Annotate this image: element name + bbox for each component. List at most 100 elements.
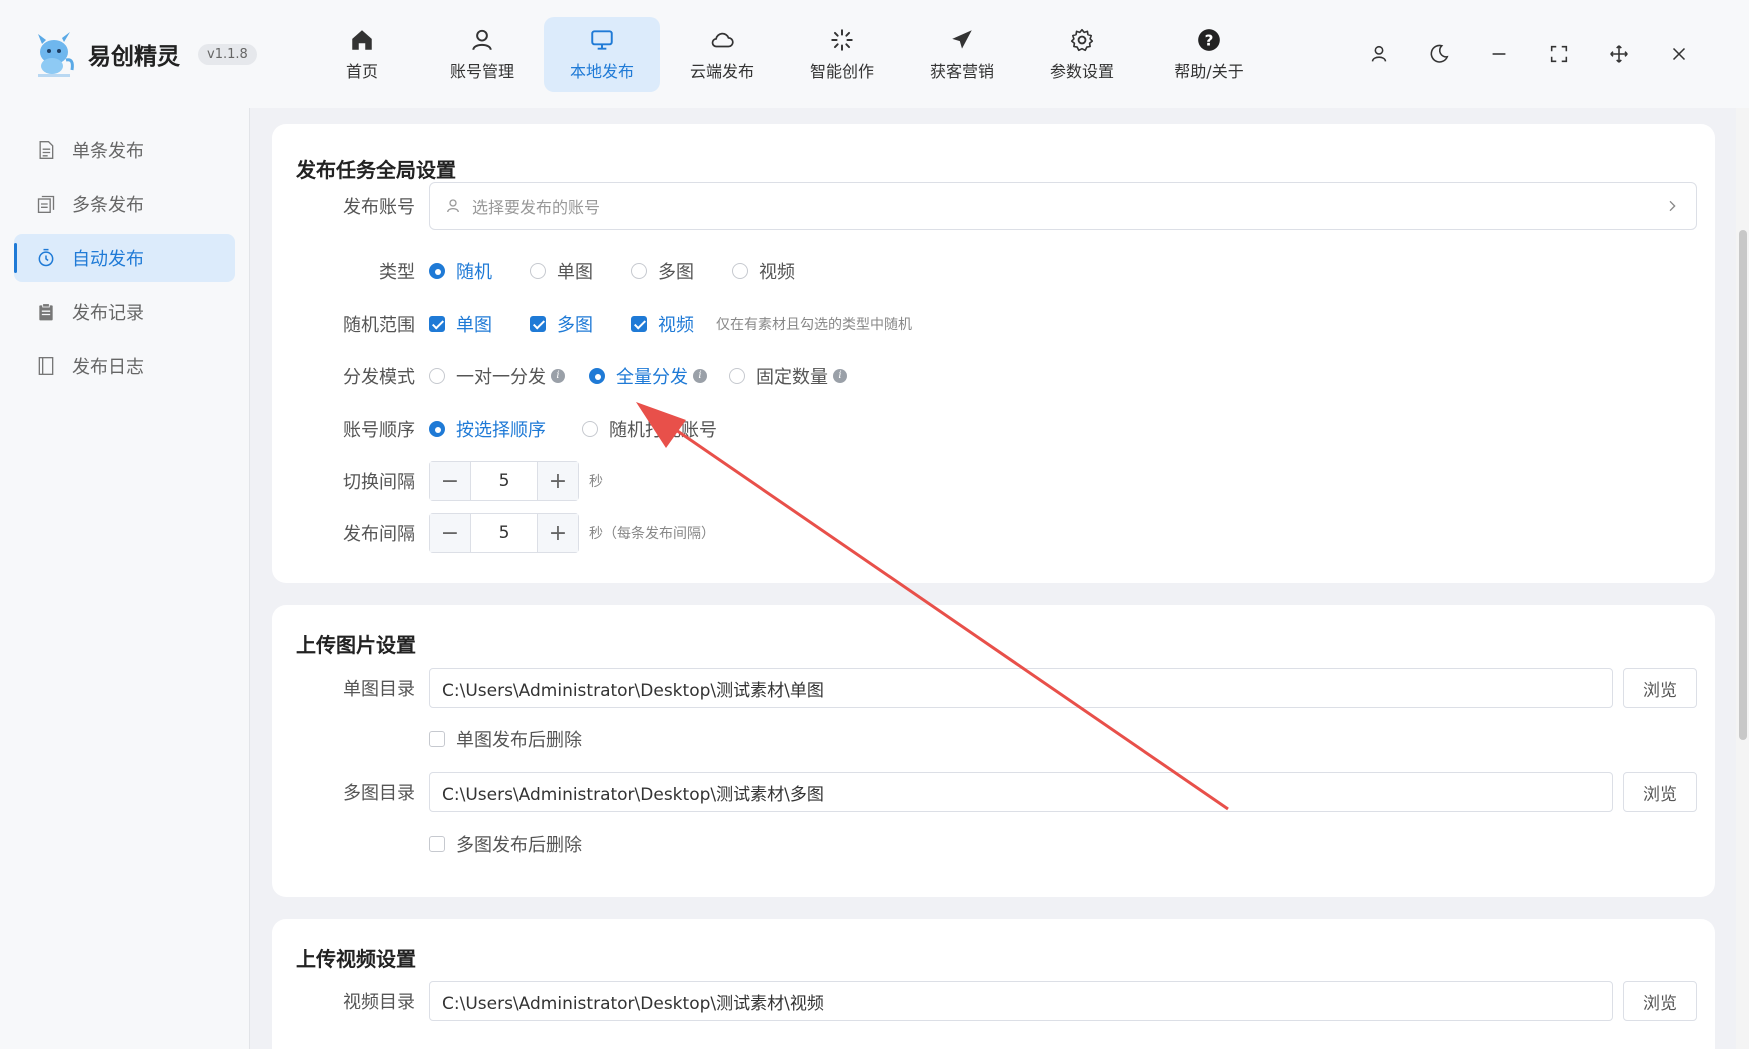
single-image-delete-checkbox[interactable]: 单图发布后删除 — [429, 726, 582, 752]
sidebar-item-label: 发布日志 — [72, 357, 144, 378]
video-dir-input[interactable]: C:\Users\Administrator\Desktop\测试素材\视频 — [429, 981, 1613, 1021]
radio-icon — [582, 421, 598, 437]
distribution-mode-row: 分发模式 一对一分发 i 全量分发 i 固定数量 i — [272, 356, 1715, 396]
nav-marketing[interactable]: 获客营销 — [904, 17, 1020, 92]
account-order-row: 账号顺序 按选择顺序 随机打乱账号 — [272, 409, 1715, 449]
order-option-shuffle[interactable]: 随机打乱账号 — [582, 416, 717, 442]
svg-text:?: ? — [1205, 31, 1214, 49]
range-option-single-image[interactable]: 单图 — [429, 311, 492, 337]
nav-smart-create[interactable]: 智能创作 — [784, 17, 900, 92]
minimize-button[interactable] — [1469, 38, 1529, 70]
single-image-dir-input[interactable]: C:\Users\Administrator\Desktop\测试素材\单图 — [429, 668, 1613, 708]
sidebar-item-single-publish[interactable]: 单条发布 — [14, 126, 235, 174]
multi-image-dir-input[interactable]: C:\Users\Administrator\Desktop\测试素材\多图 — [429, 772, 1613, 812]
type-option-single-image[interactable]: 单图 — [530, 258, 593, 284]
nav-label: 获客营销 — [929, 61, 994, 81]
decrement-button[interactable]: − — [430, 514, 470, 552]
mode-option-full[interactable]: 全量分发 i — [589, 363, 707, 389]
nav-settings[interactable]: 参数设置 — [1024, 17, 1140, 92]
radio-icon — [429, 368, 445, 384]
documents-icon — [37, 195, 55, 213]
fullscreen-button[interactable] — [1529, 38, 1589, 70]
order-option-selection[interactable]: 按选择顺序 — [429, 416, 546, 442]
image-upload-card: 上传图片设置 单图目录 C:\Users\Administrator\Deskt… — [272, 605, 1715, 897]
home-icon — [352, 29, 372, 50]
mode-option-one-to-one[interactable]: 一对一分发 i — [429, 363, 565, 389]
type-option-video[interactable]: 视频 — [732, 258, 795, 284]
nav-label: 本地发布 — [569, 61, 634, 81]
browse-button[interactable]: 浏览 — [1623, 668, 1697, 708]
sidebar-item-publish-records[interactable]: 发布记录 — [14, 288, 235, 336]
sidebar-item-multi-publish[interactable]: 多条发布 — [14, 180, 235, 228]
option-label: 视频 — [658, 315, 694, 336]
option-label: 随机 — [456, 262, 492, 283]
field-label: 多图目录 — [343, 783, 415, 804]
timer-icon — [38, 248, 54, 267]
checkbox-icon — [429, 316, 445, 332]
radio-icon — [429, 263, 445, 279]
clipboard-icon — [39, 303, 53, 321]
multi-image-delete-row: 多图发布后删除 — [272, 824, 1715, 864]
field-label: 单图目录 — [343, 679, 415, 700]
nav-local-publish[interactable]: 本地发布 — [544, 16, 660, 92]
random-range-hint: 仅在有素材且勾选的类型中随机 — [716, 317, 912, 333]
move-button[interactable] — [1589, 38, 1649, 70]
publish-interval-value[interactable]: 5 — [470, 514, 538, 552]
multi-image-delete-checkbox[interactable]: 多图发布后删除 — [429, 831, 582, 857]
option-label: 视频 — [759, 262, 795, 283]
field-label: 账号顺序 — [343, 420, 415, 441]
app-logo — [32, 30, 76, 78]
scrollbar-thumb[interactable] — [1739, 230, 1747, 740]
option-label: 单图 — [557, 262, 593, 283]
checkbox-icon — [530, 316, 546, 332]
sidebar-item-label: 发布记录 — [72, 303, 144, 324]
browse-button[interactable]: 浏览 — [1623, 772, 1697, 812]
switch-interval-value[interactable]: 5 — [470, 462, 538, 500]
type-option-multi-image[interactable]: 多图 — [631, 258, 694, 284]
field-label: 切换间隔 — [343, 472, 415, 493]
option-label: 多图发布后删除 — [456, 835, 582, 856]
user-icon — [447, 199, 459, 213]
nav-help-about[interactable]: ? 帮助/关于 — [1144, 17, 1274, 92]
top-bar: 易创精灵 v1.1.8 首页 账号管理 本地发布 云端发布 智能创作 获客营销 — [0, 0, 1749, 108]
publish-interval-stepper: − 5 + — [429, 513, 579, 553]
close-button[interactable] — [1649, 38, 1709, 70]
info-icon[interactable]: i — [551, 369, 565, 383]
info-icon[interactable]: i — [833, 369, 847, 383]
browse-button[interactable]: 浏览 — [1623, 981, 1697, 1021]
minimize-icon — [1492, 53, 1506, 55]
field-label: 随机范围 — [343, 315, 415, 336]
info-icon[interactable]: i — [693, 369, 707, 383]
sidebar-item-auto-publish[interactable]: 自动发布 — [14, 234, 235, 282]
radio-icon — [530, 263, 546, 279]
checkbox-icon — [429, 731, 445, 747]
option-label: 多图 — [658, 262, 694, 283]
user-icon — [1371, 45, 1387, 62]
radio-icon — [429, 421, 445, 437]
nav-account-management[interactable]: 账号管理 — [424, 17, 540, 92]
option-label: 单图 — [456, 315, 492, 336]
radio-icon — [732, 263, 748, 279]
increment-button[interactable]: + — [538, 514, 578, 552]
nav-cloud-publish[interactable]: 云端发布 — [664, 17, 780, 92]
user-profile-button[interactable] — [1349, 38, 1409, 70]
dark-mode-button[interactable] — [1409, 38, 1469, 70]
account-placeholder: 选择要发布的账号 — [472, 198, 601, 217]
decrement-button[interactable]: − — [430, 462, 470, 500]
range-option-multi-image[interactable]: 多图 — [530, 311, 593, 337]
user-icon — [472, 29, 492, 50]
account-select[interactable]: 选择要发布的账号 — [429, 182, 1697, 230]
scrollbar[interactable] — [1736, 108, 1749, 1049]
type-option-random[interactable]: 随机 — [429, 258, 492, 284]
range-option-video[interactable]: 视频 — [631, 311, 694, 337]
nav-home[interactable]: 首页 — [304, 17, 420, 92]
single-image-delete-row: 单图发布后删除 — [272, 719, 1715, 759]
unit-label: 秒（每条发布间隔） — [589, 526, 715, 542]
type-row: 类型 随机 单图 多图 视频 — [272, 251, 1715, 291]
chevron-right-icon — [1669, 200, 1676, 212]
mode-option-fixed-count[interactable]: 固定数量 i — [729, 363, 847, 389]
increment-button[interactable]: + — [538, 462, 578, 500]
random-range-row: 随机范围 单图 多图 视频 仅在有素材且勾选的类型中随机 — [272, 304, 1715, 344]
sidebar-item-publish-log[interactable]: 发布日志 — [14, 342, 235, 390]
option-label: 全量分发 — [616, 367, 688, 388]
